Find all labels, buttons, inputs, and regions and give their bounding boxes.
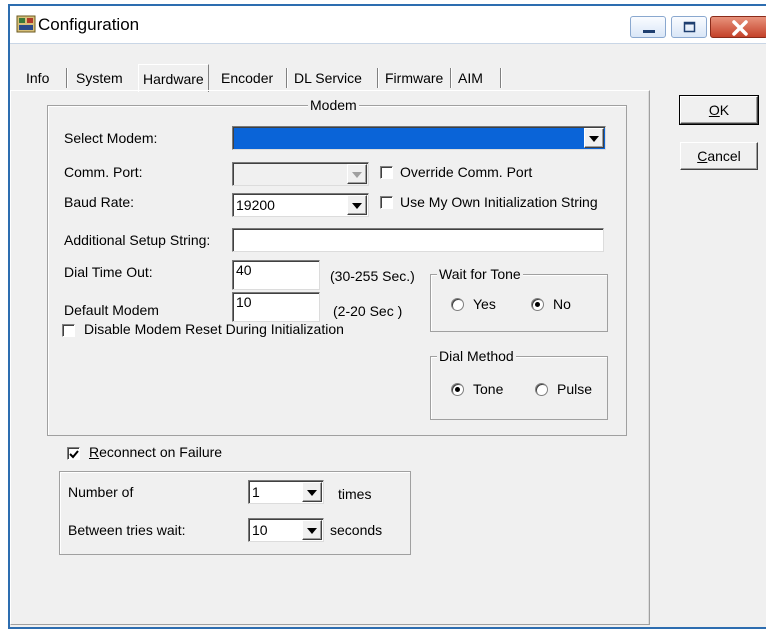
disable-reset-label: Disable Modem Reset During Initializatio… bbox=[84, 321, 344, 337]
dial-tone-label: Tone bbox=[473, 381, 504, 397]
close-button[interactable] bbox=[710, 16, 766, 38]
dial-pulse-radio[interactable] bbox=[535, 383, 548, 396]
number-of-combo[interactable]: 1 bbox=[248, 480, 324, 504]
select-modem-combo[interactable] bbox=[232, 126, 606, 150]
dropdown-arrow-icon bbox=[589, 136, 599, 142]
hardware-tab-page: Modem Select Modem: Comm. Port: Override… bbox=[10, 90, 650, 625]
close-icon bbox=[732, 20, 748, 36]
number-of-dropdown-button[interactable] bbox=[302, 482, 322, 502]
additional-setup-label: Additional Setup String: bbox=[64, 232, 211, 248]
tab-system[interactable]: System bbox=[72, 66, 127, 90]
wait-for-tone-groupbox: Wait for Tone Yes No bbox=[430, 266, 608, 332]
dial-timeout-value: 40 bbox=[236, 262, 252, 278]
between-tries-label: Between tries wait: bbox=[68, 522, 186, 538]
disable-reset-checkbox[interactable] bbox=[62, 324, 75, 337]
default-modem-input[interactable]: 10 bbox=[232, 292, 320, 322]
dial-method-groupbox: Dial Method Tone Pulse bbox=[430, 348, 608, 420]
between-tries-value: 10 bbox=[252, 522, 268, 538]
ok-button[interactable]: OK bbox=[680, 96, 758, 124]
wait-for-tone-title: Wait for Tone bbox=[437, 266, 523, 282]
minimize-icon bbox=[643, 30, 655, 33]
number-of-value: 1 bbox=[252, 484, 260, 500]
override-comm-port-checkbox[interactable] bbox=[380, 166, 393, 179]
app-icon bbox=[16, 14, 36, 34]
tab-separator bbox=[66, 68, 68, 88]
modem-group-title: Modem bbox=[308, 97, 359, 113]
baud-rate-label: Baud Rate: bbox=[64, 194, 135, 210]
default-modem-hint: (2-20 Sec ) bbox=[333, 303, 403, 319]
dial-method-title: Dial Method bbox=[437, 348, 516, 364]
use-own-init-checkbox[interactable] bbox=[380, 196, 393, 209]
retry-groupbox: Number of 1 times Between tries wait: 10… bbox=[59, 471, 411, 555]
title-bar: Configuration bbox=[10, 6, 766, 44]
minimize-button[interactable] bbox=[630, 16, 666, 38]
tab-separator bbox=[500, 68, 502, 88]
reconnect-label-rest: econnect on Failure bbox=[99, 444, 223, 460]
checkmark-icon bbox=[69, 450, 79, 459]
dial-pulse-label: Pulse bbox=[557, 381, 593, 397]
tab-hardware[interactable]: Hardware bbox=[138, 64, 209, 92]
baud-rate-combo[interactable]: 19200 bbox=[232, 193, 369, 217]
dial-timeout-hint: (30-255 Sec.) bbox=[330, 268, 415, 284]
dropdown-arrow-icon bbox=[307, 490, 317, 496]
tab-info[interactable]: Info bbox=[22, 66, 53, 90]
override-comm-port-label: Override Comm. Port bbox=[400, 164, 533, 180]
reconnect-accel: R bbox=[89, 444, 100, 460]
wait-tone-yes-label: Yes bbox=[473, 296, 496, 312]
configuration-window: Configuration Info System Hardware Encod… bbox=[8, 4, 766, 629]
between-tries-dropdown-button[interactable] bbox=[302, 520, 322, 540]
dial-tone-radio[interactable] bbox=[451, 383, 464, 396]
dialog-client: Info System Hardware Encoder DL Service … bbox=[10, 44, 766, 627]
baud-rate-dropdown-button[interactable] bbox=[347, 195, 367, 215]
reconnect-checkbox[interactable] bbox=[67, 447, 80, 460]
reconnect-label: Reconnect on Failure bbox=[89, 444, 222, 460]
tab-separator bbox=[286, 68, 288, 88]
wait-tone-yes-radio[interactable] bbox=[451, 298, 464, 311]
use-own-init-label: Use My Own Initialization String bbox=[400, 194, 598, 210]
maximize-button[interactable] bbox=[671, 16, 707, 38]
default-modem-label: Default Modem bbox=[64, 302, 159, 318]
tab-aim[interactable]: AIM bbox=[454, 66, 487, 90]
select-modem-label: Select Modem: bbox=[64, 130, 158, 146]
wait-tone-no-radio[interactable] bbox=[531, 298, 544, 311]
tab-separator bbox=[450, 68, 452, 88]
tab-encoder[interactable]: Encoder bbox=[217, 66, 277, 90]
number-of-label: Number of bbox=[68, 484, 134, 500]
tab-separator bbox=[377, 68, 379, 88]
ok-accel: O bbox=[708, 102, 720, 118]
dial-timeout-input[interactable]: 40 bbox=[232, 260, 320, 290]
comm-port-combo[interactable] bbox=[232, 162, 369, 186]
wait-tone-no-label: No bbox=[553, 296, 571, 312]
window-title: Configuration bbox=[38, 15, 140, 34]
seconds-label: seconds bbox=[330, 522, 383, 538]
dropdown-arrow-icon bbox=[352, 203, 362, 209]
comm-port-label: Comm. Port: bbox=[64, 164, 143, 180]
default-modem-value: 10 bbox=[236, 294, 252, 310]
select-modem-dropdown-button[interactable] bbox=[584, 128, 604, 148]
baud-rate-value: 19200 bbox=[236, 197, 275, 213]
cancel-label-rest: ancel bbox=[707, 148, 741, 164]
dial-timeout-label: Dial Time Out: bbox=[64, 264, 153, 280]
cancel-button[interactable]: Cancel bbox=[680, 142, 758, 170]
maximize-icon bbox=[683, 21, 696, 33]
dropdown-arrow-icon bbox=[352, 172, 362, 178]
tab-strip: Info System Hardware Encoder DL Service … bbox=[10, 64, 650, 92]
tab-dl-service[interactable]: DL Service bbox=[290, 66, 366, 90]
cancel-accel: C bbox=[697, 148, 708, 164]
comm-port-dropdown-button[interactable] bbox=[347, 164, 367, 184]
tab-firmware[interactable]: Firmware bbox=[381, 66, 447, 90]
ok-label-rest: K bbox=[719, 102, 730, 118]
dropdown-arrow-icon bbox=[307, 528, 317, 534]
modem-groupbox: Modem Select Modem: Comm. Port: Override… bbox=[47, 97, 627, 436]
times-label: times bbox=[338, 486, 372, 502]
between-tries-combo[interactable]: 10 bbox=[248, 518, 324, 542]
additional-setup-input[interactable] bbox=[232, 228, 604, 252]
